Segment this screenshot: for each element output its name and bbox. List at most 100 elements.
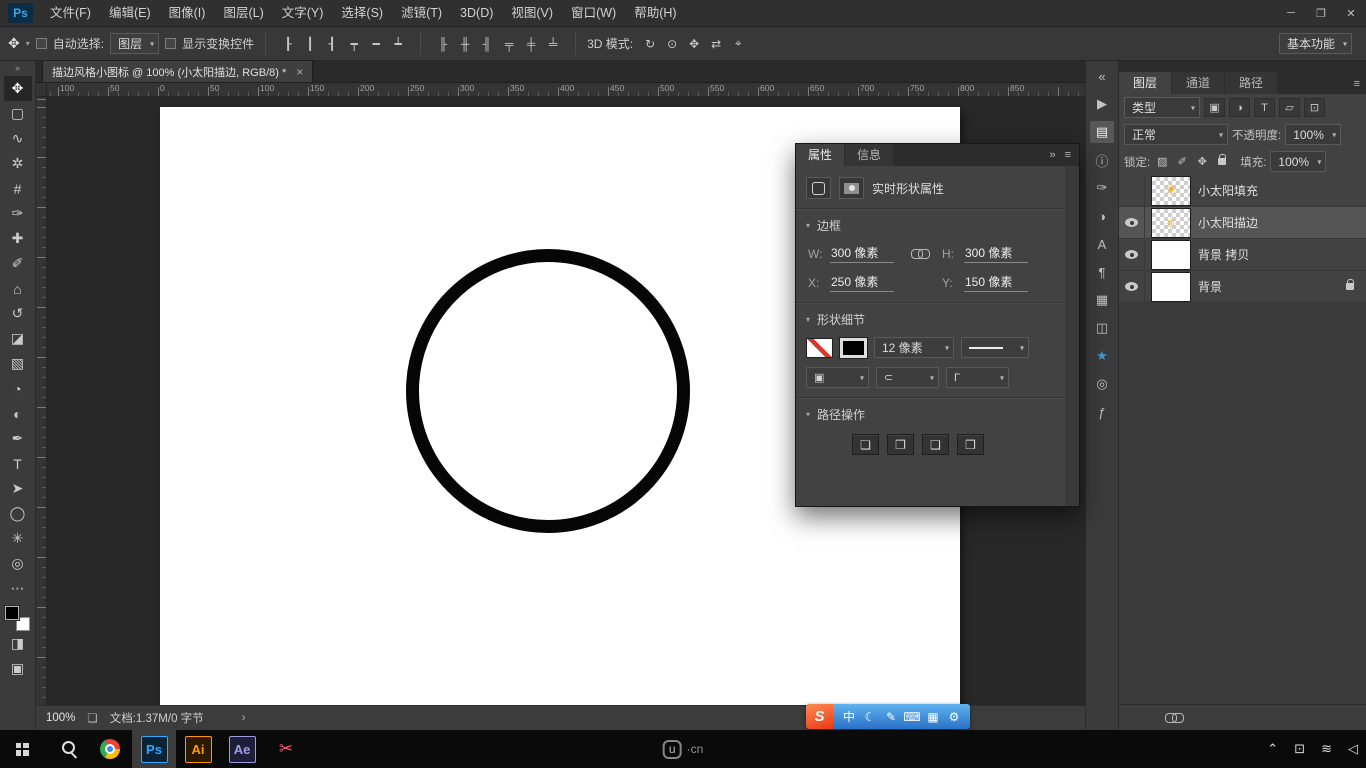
x-field[interactable]: 250 像素 bbox=[830, 273, 894, 292]
collapse-panel-icon[interactable]: » bbox=[1049, 149, 1055, 161]
filter-shape-layers-icon[interactable]: ▱ bbox=[1279, 98, 1300, 117]
tray-monitor-icon[interactable]: ⊡ bbox=[1294, 741, 1305, 757]
stroke-width-dropdown[interactable]: 12 像素 bbox=[874, 337, 954, 358]
align-2-icon[interactable]: ┨ bbox=[321, 34, 343, 54]
quick-mask-button[interactable]: ◨ bbox=[4, 631, 32, 656]
show-transform-checkbox[interactable] bbox=[165, 38, 176, 49]
opacity-dropdown[interactable]: 100% bbox=[1285, 124, 1341, 145]
height-field[interactable]: 300 像素 bbox=[964, 244, 1028, 263]
pen-tool[interactable]: ✒ bbox=[4, 426, 32, 451]
start-button[interactable] bbox=[0, 730, 44, 768]
photoshop-app[interactable]: Ps bbox=[132, 730, 176, 768]
workspace-switcher-dropdown[interactable]: 基本功能 bbox=[1279, 33, 1352, 54]
menu-edit[interactable]: 编辑(E) bbox=[100, 0, 160, 27]
tab-layers[interactable]: 图层 bbox=[1119, 72, 1171, 94]
sogou-logo-icon[interactable]: S bbox=[806, 704, 833, 729]
combine-shapes-button[interactable]: ❏ bbox=[852, 434, 879, 455]
lock-position-icon[interactable]: ✥ bbox=[1194, 153, 1210, 170]
ime-chinese-mode-icon[interactable]: 中 bbox=[840, 708, 858, 725]
eyedropper-tool[interactable]: ✑ bbox=[4, 201, 32, 226]
shape-details-section-header[interactable]: ▾ 形状细节 bbox=[806, 311, 1056, 328]
tray-chevron-icon[interactable]: ⌃ bbox=[1267, 741, 1278, 757]
blend-mode-dropdown[interactable]: 正常 bbox=[1124, 124, 1228, 145]
distribute-3-icon[interactable]: ╤ bbox=[498, 34, 520, 54]
character-panel-icon[interactable]: A bbox=[1090, 233, 1114, 255]
status-expand-icon[interactable]: › bbox=[242, 712, 246, 724]
mode-3d-4-icon[interactable]: ⌖ bbox=[727, 34, 749, 54]
stroke-align-dropdown[interactable]: ▣ bbox=[806, 367, 869, 388]
marquee-tool[interactable]: ▢ bbox=[4, 101, 32, 126]
filter-type-dropdown[interactable]: 类型 bbox=[1124, 97, 1200, 118]
foreground-background-swatches[interactable] bbox=[5, 606, 30, 631]
quick-selection-tool[interactable]: ✲ bbox=[4, 151, 32, 176]
align-4-icon[interactable]: ━ bbox=[365, 34, 387, 54]
lock-all-icon[interactable] bbox=[1214, 153, 1230, 170]
filter-pixel-layers-icon[interactable]: ▣ bbox=[1204, 98, 1225, 117]
document-tab[interactable]: 描边风格小图标 @ 100% (小太阳描边, RGB/8) * × bbox=[42, 60, 313, 82]
libraries-panel-icon[interactable]: ★ bbox=[1090, 345, 1114, 367]
mode-3d-3-icon[interactable]: ⇄ bbox=[705, 34, 727, 54]
distribute-2-icon[interactable]: ╢ bbox=[476, 34, 498, 54]
clone-stamp-tool[interactable]: ⌂ bbox=[4, 276, 32, 301]
menu-select[interactable]: 选择(S) bbox=[332, 0, 392, 27]
patterns-panel-icon[interactable]: ◫ bbox=[1090, 317, 1114, 339]
layer-row[interactable]: 背景 拷贝 bbox=[1119, 239, 1366, 271]
layer-row[interactable]: 背景 bbox=[1119, 271, 1366, 303]
blur-tool[interactable]: ◔ bbox=[4, 376, 32, 401]
tool-preset-arrow-icon[interactable]: ▾ bbox=[26, 39, 30, 48]
link-dimensions-icon[interactable] bbox=[911, 249, 929, 258]
search-button[interactable] bbox=[44, 730, 88, 768]
distribute-1-icon[interactable]: ╫ bbox=[454, 34, 476, 54]
more-tools[interactable]: ⋯ bbox=[4, 576, 32, 601]
mode-3d-1-icon[interactable]: ⊙ bbox=[661, 34, 683, 54]
menu-layer[interactable]: 图层(L) bbox=[214, 0, 272, 27]
distribute-0-icon[interactable]: ╟ bbox=[432, 34, 454, 54]
tab-properties[interactable]: 属性 bbox=[796, 144, 844, 166]
move-tool[interactable]: ✥ bbox=[4, 76, 32, 101]
foreground-color-swatch[interactable] bbox=[5, 606, 19, 620]
visibility-toggle[interactable] bbox=[1119, 207, 1145, 238]
menu-view[interactable]: 视图(V) bbox=[502, 0, 562, 27]
scissors-app[interactable]: ✂ bbox=[264, 730, 308, 768]
aftereffects-app[interactable]: Ae bbox=[220, 730, 264, 768]
filter-type-layers-icon[interactable]: T bbox=[1254, 98, 1275, 117]
tab-info[interactable]: 信息 bbox=[845, 144, 893, 166]
lock-paint-icon[interactable]: ✐ bbox=[1174, 153, 1190, 170]
ime-keyboard-icon[interactable]: ⌨ bbox=[903, 710, 921, 724]
scratch-board-icon[interactable]: ❏ bbox=[87, 711, 97, 725]
type-tool[interactable]: T bbox=[4, 451, 32, 476]
stroke-color-swatch[interactable] bbox=[840, 338, 867, 358]
bounds-section-header[interactable]: ▾ 边框 bbox=[806, 217, 1056, 234]
color-panel-icon[interactable]: ✑ bbox=[1090, 177, 1114, 199]
menu-image[interactable]: 图像(I) bbox=[160, 0, 215, 27]
lasso-tool[interactable]: ∿ bbox=[4, 126, 32, 151]
ime-board-icon[interactable]: ▦ bbox=[924, 710, 942, 724]
ellipse-tool[interactable]: ◯ bbox=[4, 501, 32, 526]
fill-color-swatch[interactable] bbox=[806, 338, 833, 358]
eraser-tool[interactable]: ◪ bbox=[4, 326, 32, 351]
properties-panel-icon[interactable]: ▤ bbox=[1090, 121, 1114, 143]
gradient-tool[interactable]: ▧ bbox=[4, 351, 32, 376]
stroke-corners-dropdown[interactable]: Γ bbox=[946, 367, 1009, 388]
lock-transparency-icon[interactable]: ▨ bbox=[1154, 153, 1170, 170]
layer-thumbnail[interactable]: ☀ bbox=[1151, 176, 1191, 206]
close-button[interactable]: ✕ bbox=[1336, 0, 1366, 27]
adjustments-panel-icon[interactable]: ◑ bbox=[1090, 205, 1114, 227]
layer-thumbnail[interactable] bbox=[1151, 240, 1191, 270]
mode-3d-0-icon[interactable]: ↻ bbox=[639, 34, 661, 54]
visibility-toggle[interactable] bbox=[1119, 239, 1145, 270]
healing-brush-tool[interactable]: ✚ bbox=[4, 226, 32, 251]
menu-3d[interactable]: 3D(D) bbox=[451, 0, 502, 27]
path-operations-section-header[interactable]: ▾ 路径操作 bbox=[806, 406, 1056, 423]
close-tab-icon[interactable]: × bbox=[296, 65, 303, 79]
fill-dropdown[interactable]: 100% bbox=[1270, 151, 1326, 172]
live-shape-button[interactable] bbox=[806, 177, 831, 199]
tray-volume-icon[interactable]: ◁ bbox=[1348, 741, 1358, 757]
ime-settings-icon[interactable]: ⚙ bbox=[945, 710, 963, 724]
stroke-caps-dropdown[interactable]: ⊂ bbox=[876, 367, 939, 388]
subtract-shape-button[interactable]: ❐ bbox=[887, 434, 914, 455]
filter-smart-objects-icon[interactable]: ⊡ bbox=[1304, 98, 1325, 117]
tab-channels[interactable]: 通道 bbox=[1172, 72, 1224, 94]
auto-select-target-dropdown[interactable]: 图层 bbox=[110, 33, 159, 54]
brush-tool[interactable]: ✐ bbox=[4, 251, 32, 276]
